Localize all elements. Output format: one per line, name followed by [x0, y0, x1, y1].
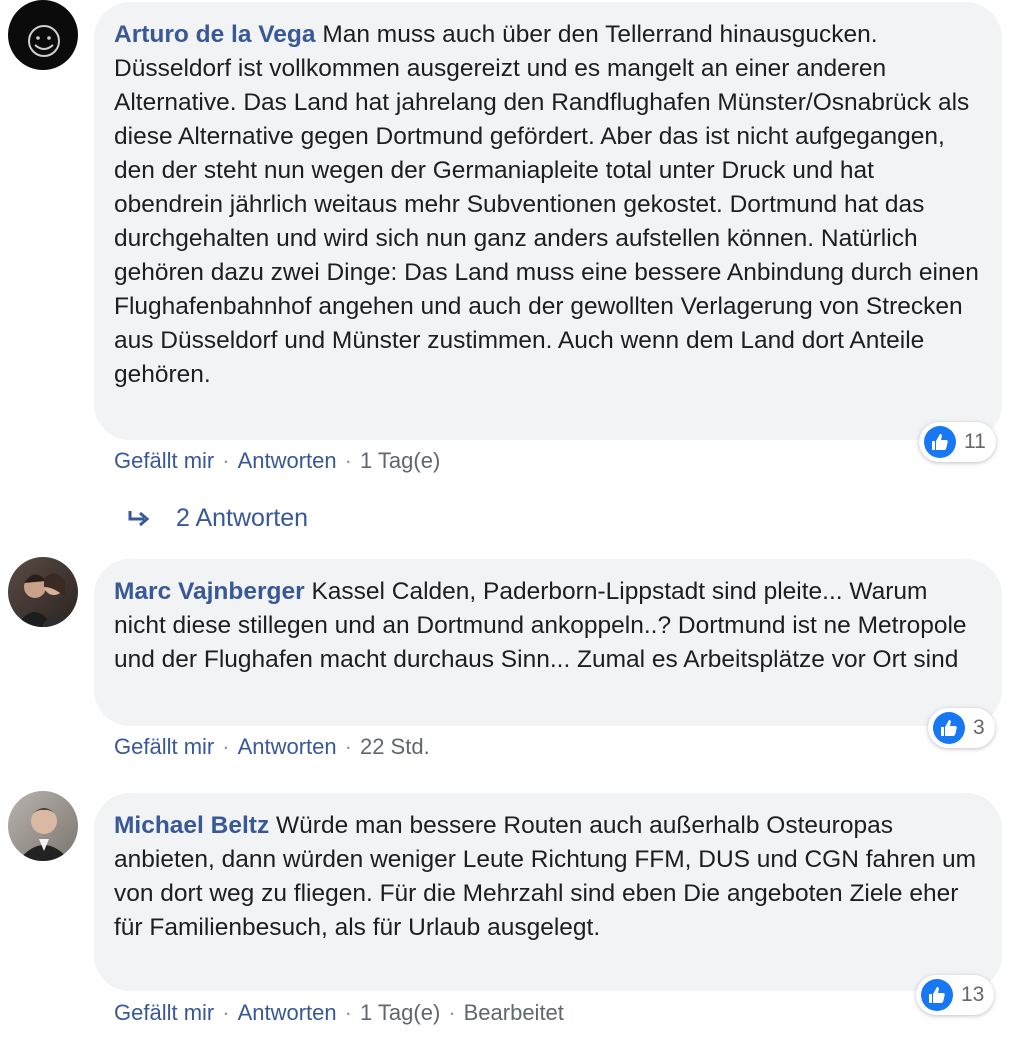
separator: ·: [448, 1000, 456, 1025]
separator: ·: [344, 1000, 352, 1025]
man-photo-icon: [18, 808, 70, 861]
reply-link[interactable]: Antworten: [238, 448, 337, 473]
comment-bubble: Arturo de la Vega Man muss auch über den…: [94, 2, 1002, 440]
view-replies-link[interactable]: 2 Antworten: [126, 504, 308, 533]
separator: ·: [222, 734, 230, 759]
comment-actions: Gefällt mir · Antworten · 1 Tag(e): [114, 448, 440, 474]
reaction-count: 13: [961, 983, 985, 1006]
separator: ·: [222, 448, 230, 473]
like-link[interactable]: Gefällt mir: [114, 734, 214, 759]
edited-label[interactable]: Bearbeitet: [464, 1000, 564, 1025]
avatar-marc[interactable]: [8, 557, 78, 627]
reply-link[interactable]: Antworten: [238, 734, 337, 759]
reply-link[interactable]: Antworten: [238, 1000, 337, 1025]
avatar-michael[interactable]: [8, 791, 78, 861]
smiley-logo-icon: [28, 25, 60, 57]
comment-actions: Gefällt mir · Antworten · 22 Std.: [114, 734, 430, 760]
comment-bubble: Marc Vajnberger Kassel Calden, Paderborn…: [94, 559, 1002, 726]
replies-count-label[interactable]: 2 Antworten: [176, 504, 308, 533]
thumbs-up-icon: [921, 979, 953, 1011]
separator: ·: [222, 1000, 230, 1025]
comment-actions: Gefällt mir · Antworten · 1 Tag(e) · Bearbeite…: [114, 1000, 564, 1026]
like-link[interactable]: Gefällt mir: [114, 1000, 214, 1025]
reaction-count-badge[interactable]: 11: [919, 422, 996, 462]
comment-author[interactable]: Marc Vajnberger: [114, 578, 305, 605]
comment-author[interactable]: Arturo de la Vega: [114, 21, 316, 48]
reaction-count-badge[interactable]: 3: [928, 708, 995, 748]
couple-photo-icon: [16, 573, 74, 627]
reaction-count: 11: [964, 430, 986, 453]
reply-arrow-icon: [128, 510, 150, 526]
reaction-count-badge[interactable]: 13: [916, 975, 995, 1015]
separator: ·: [344, 734, 352, 759]
separator: ·: [344, 448, 352, 473]
like-link[interactable]: Gefällt mir: [114, 448, 214, 473]
comment-text: Man muss auch über den Tellerrand hinaus…: [114, 21, 979, 388]
timestamp[interactable]: 22 Std.: [360, 734, 430, 759]
timestamp[interactable]: 1 Tag(e): [360, 448, 440, 473]
timestamp[interactable]: 1 Tag(e): [360, 1000, 440, 1025]
thumbs-up-icon: [933, 712, 965, 744]
avatar-arturo[interactable]: [8, 0, 78, 70]
thumbs-up-icon: [924, 426, 956, 458]
comment-bubble: Michael Beltz Würde man bessere Routen a…: [94, 793, 1002, 991]
comment-author[interactable]: Michael Beltz: [114, 812, 269, 839]
reaction-count: 3: [973, 716, 985, 739]
